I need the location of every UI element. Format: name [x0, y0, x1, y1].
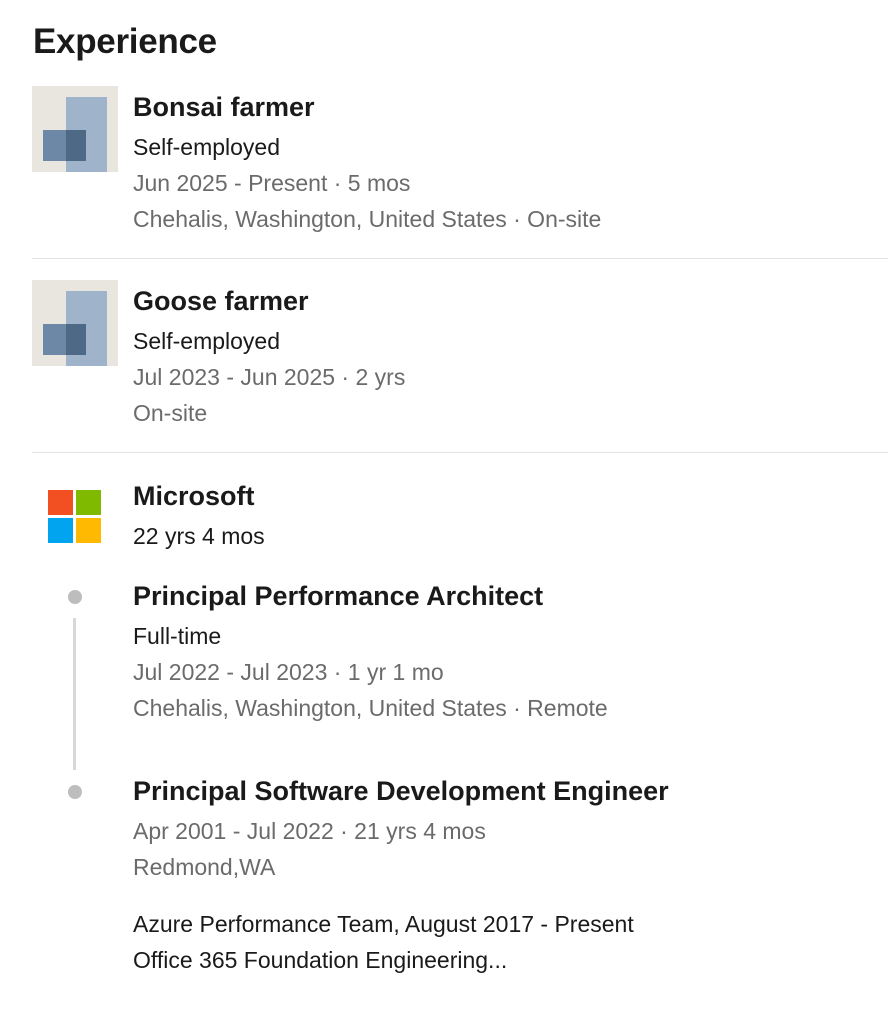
job-title[interactable]: Bonsai farmer	[133, 89, 315, 125]
job-location: On-site	[133, 400, 208, 426]
company-name[interactable]: Microsoft	[133, 478, 255, 514]
date-range: Jun 2025 - Present · 5 mos	[133, 170, 411, 196]
date-range: Apr 2001 - Jul 2022 · 21 yrs 4 mos	[133, 818, 486, 844]
job-title[interactable]: Goose farmer	[133, 283, 309, 319]
total-duration: 22 yrs 4 mos	[133, 523, 265, 549]
company-logo-placeholder-icon[interactable]	[32, 280, 118, 366]
date-range: Jul 2023 - Jun 2025 · 2 yrs	[133, 364, 406, 390]
timeline-line	[73, 618, 76, 770]
date-range: Jul 2022 - Jul 2023 · 1 yr 1 mo	[133, 659, 444, 685]
divider	[32, 452, 888, 453]
timeline-dot	[68, 785, 82, 799]
section-title: Experience	[33, 22, 217, 61]
company-logo-placeholder-icon[interactable]	[32, 86, 118, 172]
job-location: Chehalis, Washington, United States · On…	[133, 206, 602, 232]
employment-type: Full-time	[133, 623, 222, 649]
role-title[interactable]: Principal Performance Architect	[133, 578, 543, 614]
role-description-line[interactable]: Office 365 Foundation Engineering...	[133, 942, 507, 978]
role-title[interactable]: Principal Software Development Engineer	[133, 773, 669, 809]
role-description-line: Azure Performance Team, August 2017 - Pr…	[133, 911, 634, 937]
company-name[interactable]: Self-employed	[133, 323, 280, 359]
divider	[32, 258, 888, 259]
company-name[interactable]: Self-employed	[133, 129, 280, 165]
timeline-dot	[68, 590, 82, 604]
job-location: Redmond,WA	[133, 854, 276, 880]
microsoft-logo-icon[interactable]	[48, 490, 102, 544]
job-location: Chehalis, Washington, United States · Re…	[133, 695, 608, 721]
